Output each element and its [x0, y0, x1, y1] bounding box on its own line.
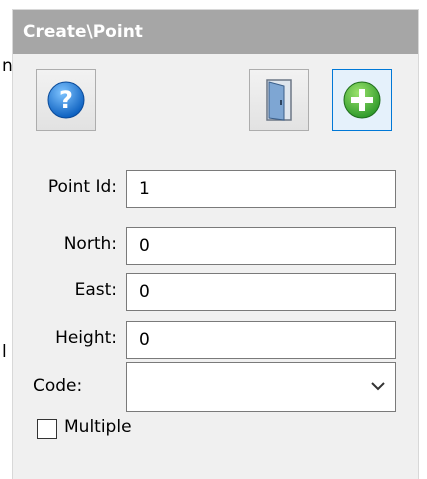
- multiple-label[interactable]: Multiple: [64, 417, 132, 437]
- chevron-down-icon: [371, 382, 385, 391]
- east-input[interactable]: 0: [126, 273, 396, 311]
- multiple-checkbox[interactable]: [37, 419, 57, 439]
- panel-title: Create\Point: [13, 10, 418, 54]
- point-id-label: Point Id:: [47, 177, 117, 197]
- stray-text-bottom: l: [2, 342, 7, 362]
- door-icon: [266, 79, 292, 121]
- north-label: North:: [63, 234, 117, 254]
- question-mark-icon: ?: [47, 81, 85, 119]
- east-label: East:: [74, 280, 117, 300]
- north-input[interactable]: 0: [126, 227, 396, 265]
- add-button[interactable]: [332, 69, 392, 131]
- code-label: Code:: [33, 376, 83, 396]
- plus-circle-icon: [343, 81, 381, 119]
- exit-button[interactable]: [249, 69, 309, 131]
- point-id-input[interactable]: 1: [126, 170, 396, 208]
- height-input[interactable]: 0: [126, 321, 396, 359]
- svg-text:?: ?: [59, 86, 73, 114]
- create-point-panel: Create\Point ? Point Id: 1 North: 0 East…: [12, 9, 419, 479]
- code-select[interactable]: [126, 362, 396, 412]
- help-button[interactable]: ?: [36, 69, 96, 131]
- height-label: Height:: [55, 328, 117, 348]
